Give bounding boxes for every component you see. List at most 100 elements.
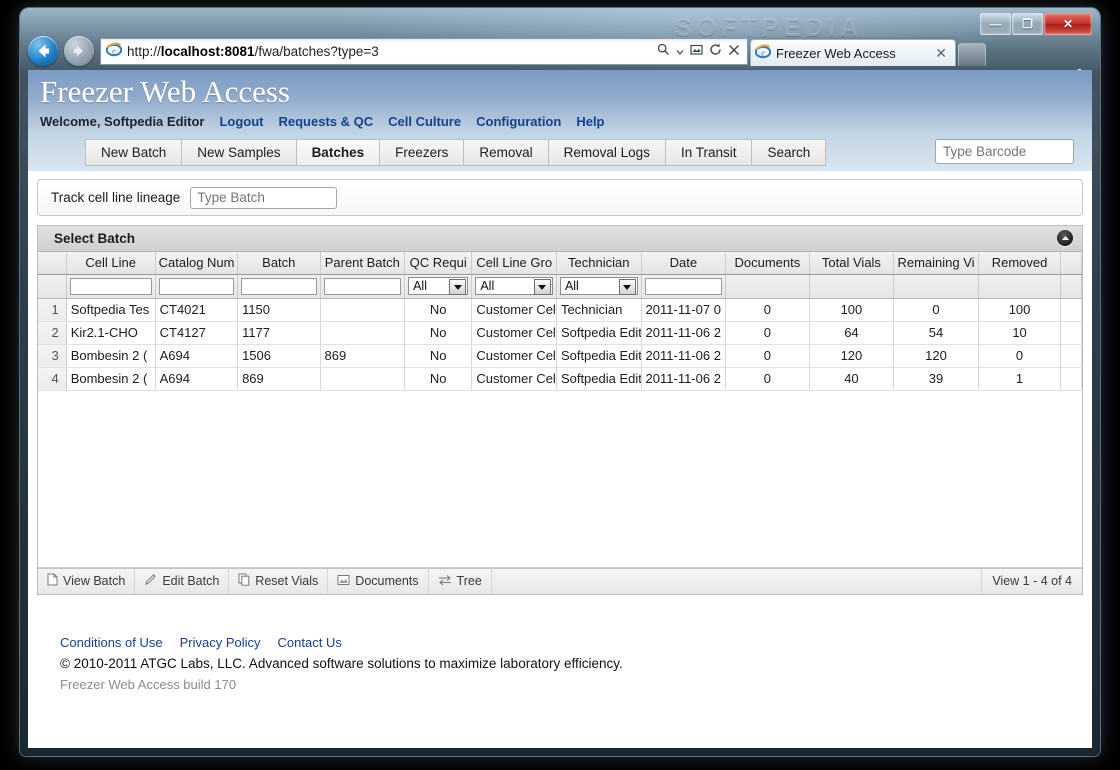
cell-documents[interactable]: 0 (725, 298, 810, 322)
cell-cell-line[interactable]: Bombesin 2 ( (66, 367, 156, 391)
chevron-down-icon[interactable] (618, 279, 636, 295)
tab-new-batch[interactable]: New Batch (85, 138, 183, 166)
filter-batch[interactable] (237, 274, 321, 299)
filter-qc-required-select[interactable]: All (408, 277, 469, 295)
cell-parent-batch[interactable]: 869 (320, 344, 406, 368)
barcode-input[interactable] (935, 139, 1074, 164)
cell-removed[interactable]: 0 (978, 344, 1062, 368)
chevron-up-icon[interactable] (1057, 230, 1073, 246)
nav-link-requests-qc[interactable]: Requests & QC (279, 114, 374, 129)
tree-button[interactable]: Tree (429, 568, 492, 594)
search-icon[interactable] (657, 43, 670, 61)
cell-cell-line[interactable]: Kir2.1-CHO (66, 321, 156, 345)
col-header-parent-batch[interactable]: Parent Batch (320, 252, 406, 275)
cell-parent-batch[interactable] (320, 367, 406, 391)
forward-arrow-icon[interactable] (64, 36, 94, 66)
filter-cell-line-group[interactable]: All (471, 274, 557, 299)
tab-batches[interactable]: Batches (296, 138, 381, 166)
cell-technician[interactable]: Softpedia Edit (556, 344, 642, 368)
filter-parent-batch[interactable] (320, 274, 406, 299)
nav-link-logout[interactable]: Logout (219, 114, 263, 129)
cell-qc-required[interactable]: No (404, 298, 473, 322)
cell-remaining-vials[interactable]: 54 (893, 321, 979, 345)
col-header-remaining-vials[interactable]: Remaining Vi (893, 252, 979, 275)
back-arrow-icon[interactable] (28, 36, 58, 66)
cell-cell-line[interactable]: Softpedia Tes (66, 298, 156, 322)
cell-date[interactable]: 2011-11-07 0 (641, 298, 727, 322)
col-header-technician[interactable]: Technician (556, 252, 642, 275)
nav-link-help[interactable]: Help (576, 114, 604, 129)
cell-catalog-num[interactable]: A694 (155, 367, 239, 391)
filter-date-input[interactable] (644, 277, 723, 295)
cell-remaining-vials[interactable]: 0 (893, 298, 979, 322)
filter-cell-line-input[interactable] (69, 277, 152, 295)
cell-date[interactable]: 2011-11-06 2 (641, 321, 727, 345)
cell-qc-required[interactable]: No (404, 321, 473, 345)
cell-documents[interactable]: 0 (725, 344, 810, 368)
cell-removed[interactable]: 100 (978, 298, 1062, 322)
browser-tab[interactable]: e Freezer Web Access ✕ (750, 39, 956, 66)
cell-catalog-num[interactable]: CT4021 (155, 298, 239, 322)
cell-date[interactable]: 2011-11-06 2 (641, 367, 727, 391)
address-bar[interactable]: e http://localhost:8081/fwa/batches?type… (100, 38, 748, 65)
filter-cell-line-group-select[interactable]: All (475, 277, 553, 295)
cell-catalog-num[interactable]: A694 (155, 344, 239, 368)
cell-qc-required[interactable]: No (404, 344, 473, 368)
tab-removal-logs[interactable]: Removal Logs (548, 138, 666, 166)
lineage-input[interactable] (190, 186, 338, 209)
cell-cell-line-group[interactable]: Customer Cell (471, 367, 557, 391)
cell-removed[interactable]: 1 (978, 367, 1062, 391)
footer-link-contact-us[interactable]: Contact Us (278, 635, 342, 650)
cell-parent-batch[interactable] (320, 321, 406, 345)
chevron-down-icon[interactable] (533, 279, 551, 295)
cell-technician[interactable]: Softpedia Edit (556, 367, 642, 391)
cell-cell-line[interactable]: Bombesin 2 ( (66, 344, 156, 368)
cell-technician[interactable]: Technician (556, 298, 642, 322)
cell-qc-required[interactable]: No (404, 367, 473, 391)
cell-catalog-num[interactable]: CT4127 (155, 321, 239, 345)
filter-technician-select[interactable]: All (559, 277, 638, 295)
cell-documents[interactable]: 0 (725, 321, 810, 345)
maximize-button[interactable]: ❐ (1012, 13, 1043, 35)
refresh-icon[interactable] (709, 43, 722, 61)
cell-total-vials[interactable]: 40 (809, 367, 895, 391)
col-header-batch[interactable]: Batch (237, 252, 321, 275)
cell-cell-line-group[interactable]: Customer Cell (471, 344, 557, 368)
cell-remaining-vials[interactable]: 120 (893, 344, 979, 368)
chevron-down-icon[interactable] (449, 279, 467, 295)
filter-date[interactable] (641, 274, 727, 299)
col-header-catalog-num[interactable]: Catalog Num (155, 252, 239, 275)
view-batch-button[interactable]: View Batch (38, 568, 136, 594)
tab-search[interactable]: Search (752, 138, 827, 166)
chevron-down-icon[interactable] (676, 43, 684, 61)
documents-button[interactable]: Documents (328, 568, 429, 594)
nav-link-cell-culture[interactable]: Cell Culture (388, 114, 461, 129)
col-header-total-vials[interactable]: Total Vials (809, 252, 895, 275)
cell-total-vials[interactable]: 64 (809, 321, 895, 345)
cell-parent-batch[interactable] (320, 298, 406, 322)
stop-icon[interactable] (728, 43, 740, 61)
col-header-qc-required[interactable]: QC Requi (404, 252, 473, 275)
cell-batch[interactable]: 1150 (237, 298, 321, 322)
cell-remaining-vials[interactable]: 39 (893, 367, 979, 391)
reset-vials-button[interactable]: Reset Vials (229, 568, 329, 594)
filter-batch-input[interactable] (241, 277, 317, 295)
close-button[interactable]: ✕ (1044, 13, 1092, 35)
filter-catalog-num[interactable] (155, 274, 239, 299)
cell-cell-line-group[interactable]: Customer Cell (471, 321, 557, 345)
cell-removed[interactable]: 10 (978, 321, 1062, 345)
edit-batch-button[interactable]: Edit Batch (135, 568, 230, 594)
col-header-cell-line-group[interactable]: Cell Line Gro (471, 252, 557, 275)
filter-catalog-num-input[interactable] (158, 277, 235, 295)
nav-link-configuration[interactable]: Configuration (476, 114, 561, 129)
tab-new-samples[interactable]: New Samples (182, 138, 297, 166)
col-header-documents[interactable]: Documents (725, 252, 810, 275)
cell-date[interactable]: 2011-11-06 2 (641, 344, 727, 368)
cell-technician[interactable]: Softpedia Edit (556, 321, 642, 345)
cell-cell-line-group[interactable]: Customer Cell (471, 298, 557, 322)
tab-close-icon[interactable]: ✕ (931, 45, 951, 62)
cell-total-vials[interactable]: 100 (809, 298, 895, 322)
filter-qc-required[interactable]: All (404, 274, 473, 299)
col-header-cell-line[interactable]: Cell Line (66, 252, 156, 275)
cell-batch[interactable]: 869 (237, 367, 321, 391)
